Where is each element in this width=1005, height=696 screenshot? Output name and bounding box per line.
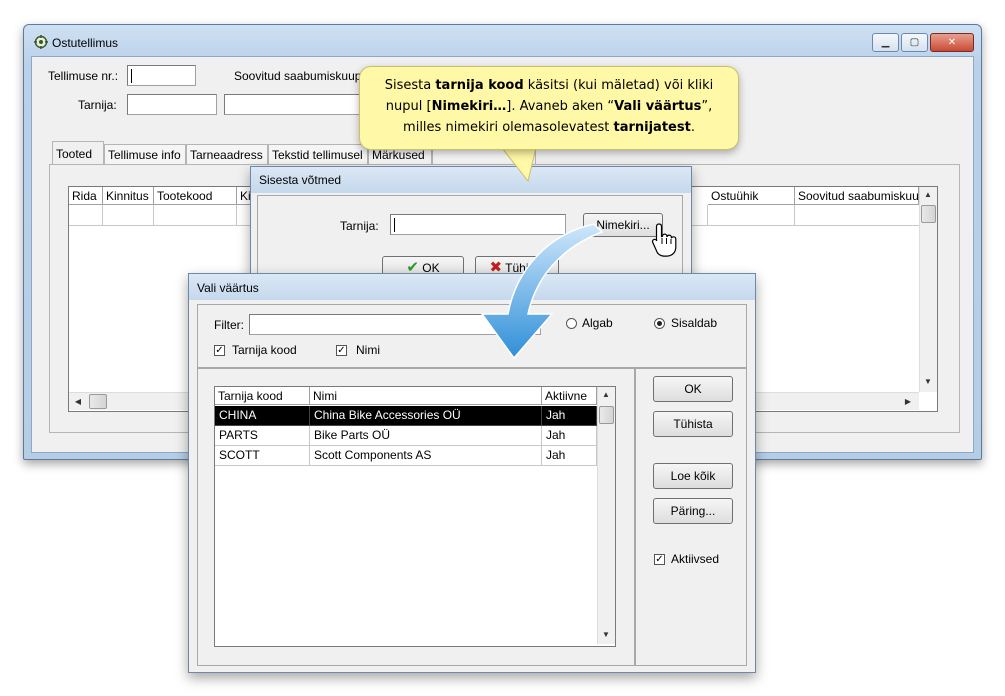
list-vertical-scrollbar[interactable]: ▲ ▼ xyxy=(597,387,615,644)
load-all-button[interactable]: Loe kõik xyxy=(653,463,733,489)
contains-label: Sisaldab xyxy=(671,316,718,330)
tab-tarneaadress[interactable]: Tarneaadress xyxy=(186,144,268,164)
scroll-up-icon[interactable]: ▲ xyxy=(599,388,613,402)
window-title: Ostutellimus xyxy=(52,36,119,50)
window-controls: ▁ ▢ ✕ xyxy=(872,33,974,52)
callout-pointer xyxy=(500,146,540,183)
column-header[interactable]: Kinnitus xyxy=(103,187,154,205)
list-row[interactable]: SCOTT Scott Components AS Jah xyxy=(215,446,597,466)
supplier-name-input[interactable] xyxy=(224,94,364,115)
name-checkbox-label: Nimi xyxy=(356,343,380,357)
query-button[interactable]: Päring... xyxy=(653,498,733,524)
name-checkbox[interactable]: ✓ xyxy=(336,345,347,356)
cell-active: Jah xyxy=(542,406,597,426)
cancel-button[interactable]: Tühista xyxy=(653,411,733,437)
active-only-checkbox[interactable]: ✓ xyxy=(654,554,665,565)
scroll-thumb[interactable] xyxy=(599,406,614,424)
desired-arrival-label: Soovitud saabumiskuup xyxy=(234,69,362,83)
cell-code: PARTS xyxy=(215,426,310,446)
cell-name: Scott Components AS xyxy=(310,446,542,466)
cell-active: Jah xyxy=(542,426,597,446)
active-only-label: Aktiivsed xyxy=(671,552,720,566)
tab-tooted[interactable]: Tooted xyxy=(52,141,104,165)
cell-name: China Bike Accessories OÜ xyxy=(310,406,542,426)
column-header[interactable]: Tootekood xyxy=(154,187,237,205)
hint-callout: Sisesta tarnija kood käsitsi (kui mäleta… xyxy=(359,66,739,150)
cell-active: Jah xyxy=(542,446,597,466)
column-header[interactable]: Tarnija kood xyxy=(215,387,310,405)
column-header[interactable]: Nimi xyxy=(310,387,542,405)
keys-supplier-label: Tarnija: xyxy=(340,219,379,233)
order-no-label: Tellimuse nr.: xyxy=(48,69,119,83)
maximize-button[interactable]: ▢ xyxy=(901,33,928,52)
list-row[interactable]: CHINA China Bike Accessories OÜ Jah xyxy=(215,406,597,426)
dialog-title: Vali väärtus xyxy=(197,281,259,295)
app-icon xyxy=(34,35,48,49)
grid-vertical-scrollbar[interactable]: ▲ ▼ xyxy=(919,187,937,392)
order-no-input[interactable] xyxy=(127,65,196,86)
scroll-down-icon[interactable]: ▼ xyxy=(921,375,935,389)
column-header[interactable]: Ostuühik xyxy=(708,187,795,205)
scroll-down-icon[interactable]: ▼ xyxy=(599,628,613,642)
close-button[interactable]: ✕ xyxy=(930,33,974,52)
tab-tekstid-tellimusel[interactable]: Tekstid tellimusel xyxy=(268,144,368,164)
scroll-right-icon[interactable]: ▶ xyxy=(901,395,915,409)
cell-name: Bike Parts OÜ xyxy=(310,426,542,446)
supplier-code-input[interactable] xyxy=(127,94,217,115)
column-header[interactable]: Soovitud saabumiskuu xyxy=(795,187,919,205)
column-header[interactable]: Aktiivne xyxy=(542,387,597,405)
supplier-code-checkbox-label: Tarnija kood xyxy=(232,343,297,357)
ok-button[interactable]: OK xyxy=(653,376,733,402)
scroll-thumb[interactable] xyxy=(89,394,107,409)
filter-label: Filter: xyxy=(214,318,244,332)
minimize-button[interactable]: ▁ xyxy=(872,33,899,52)
supplier-label: Tarnija: xyxy=(78,98,117,112)
supplier-list[interactable]: Tarnija kood Nimi Aktiivne CHINA China B… xyxy=(214,386,616,647)
curved-arrow-icon xyxy=(456,210,606,360)
tab-tellimuse-info[interactable]: Tellimuse info xyxy=(104,144,186,164)
scroll-thumb[interactable] xyxy=(921,205,936,223)
dialog-title: Sisesta võtmed xyxy=(259,173,342,187)
cell-code: SCOTT xyxy=(215,446,310,466)
cell-code: CHINA xyxy=(215,406,310,426)
supplier-code-checkbox[interactable]: ✓ xyxy=(214,345,225,356)
column-header[interactable]: Rida xyxy=(69,187,103,205)
list-row[interactable]: PARTS Bike Parts OÜ Jah xyxy=(215,426,597,446)
hand-cursor-icon xyxy=(650,222,680,258)
scroll-up-icon[interactable]: ▲ xyxy=(921,188,935,202)
contains-radio[interactable] xyxy=(654,318,665,329)
scroll-left-icon[interactable]: ◀ xyxy=(71,395,85,409)
